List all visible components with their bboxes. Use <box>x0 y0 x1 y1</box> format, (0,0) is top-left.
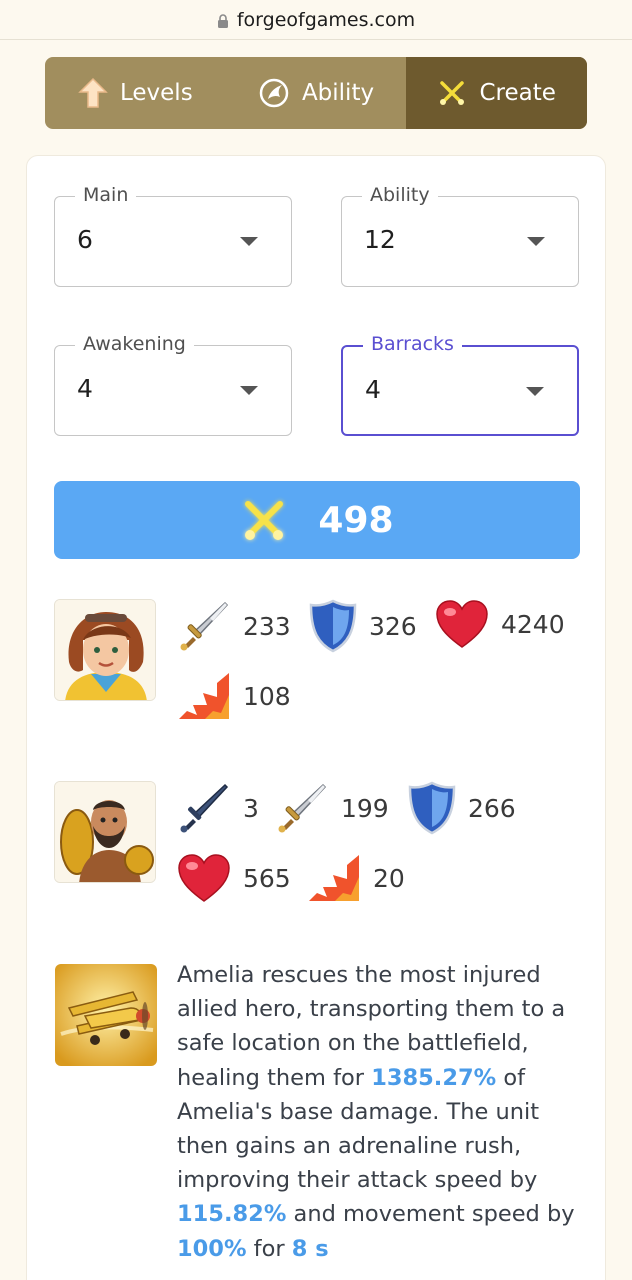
sword-icon <box>180 601 229 651</box>
shield-icon <box>309 599 357 653</box>
hero-defense-stat: 326 <box>309 599 417 653</box>
awakening-select[interactable]: Awakening 4 <box>54 333 292 436</box>
unit-portrait[interactable] <box>54 781 156 883</box>
chevron-down-icon <box>527 237 545 246</box>
attack-speed-percent: 115.82% <box>177 1201 287 1228</box>
address-bar[interactable]: forgeofgames.com <box>0 0 632 40</box>
ability-level-label: Ability <box>362 184 438 206</box>
hero-defense-value: 326 <box>369 611 417 641</box>
shield-icon <box>408 781 456 835</box>
unit-range-stat: 3 <box>177 781 259 835</box>
power-value: 498 <box>318 499 394 541</box>
power-bar: 498 <box>54 481 580 559</box>
tab-levels[interactable]: Levels <box>45 57 226 129</box>
hero-speed-stat: 108 <box>177 671 291 721</box>
hero-health-stat: 4240 <box>435 599 565 649</box>
crossed-swords-icon <box>440 81 465 105</box>
chevron-down-icon <box>240 237 258 246</box>
tab-create-label: Create <box>479 80 556 106</box>
awakening-label: Awakening <box>75 333 194 355</box>
heart-icon <box>436 600 488 648</box>
ability-icon <box>259 78 289 108</box>
crossed-swords-icon <box>245 501 284 540</box>
heal-percent: 1385.27% <box>371 1064 497 1091</box>
tab-ability[interactable]: Ability <box>226 57 407 129</box>
dark-sword-icon <box>180 783 229 833</box>
unit-warrior-image <box>55 782 155 882</box>
unit-health-value: 565 <box>243 863 291 893</box>
unit-speed-value: 20 <box>373 863 405 893</box>
main-level-label: Main <box>75 184 137 206</box>
chevron-down-icon <box>240 386 258 395</box>
ability-image[interactable] <box>55 964 157 1066</box>
url-text: forgeofgames.com <box>236 8 416 31</box>
hero-attack-value: 233 <box>243 611 291 641</box>
sword-icon <box>278 783 327 833</box>
ability-level-value: 12 <box>364 225 396 254</box>
ability-text-3: and movement speed by <box>286 1201 575 1228</box>
unit-health-stat: 565 <box>177 853 291 903</box>
ability-text-4: for <box>246 1235 292 1262</box>
hero-speed-value: 108 <box>243 681 291 711</box>
unit-attack-value: 199 <box>341 793 389 823</box>
heart-icon <box>178 854 230 902</box>
chevron-down-icon <box>526 387 544 396</box>
barracks-select[interactable]: Barracks 4 <box>341 333 579 436</box>
hero-health-value: 4240 <box>501 609 565 639</box>
hero-attack-stat: 233 <box>177 599 291 653</box>
unit-range-value: 3 <box>243 793 259 823</box>
lock-icon <box>217 13 228 28</box>
main-level-select[interactable]: Main 6 <box>54 184 292 287</box>
main-level-value: 6 <box>77 225 93 254</box>
awakening-value: 4 <box>77 374 93 403</box>
hero-portrait[interactable] <box>54 599 156 701</box>
biplane-icon <box>55 964 157 1066</box>
speed-burst-icon <box>179 673 229 719</box>
unit-defense-stat: 266 <box>408 781 516 835</box>
mode-tabs: Levels Ability Create <box>45 57 587 129</box>
movement-speed-percent: 100% <box>177 1235 247 1262</box>
arrow-up-icon <box>78 77 108 108</box>
ability-description: Amelia rescues the most injured allied h… <box>177 958 587 1266</box>
unit-defense-value: 266 <box>468 793 516 823</box>
barracks-label: Barracks <box>363 333 462 355</box>
unit-speed-stat: 20 <box>307 853 405 903</box>
hero-amelia-image <box>55 600 155 700</box>
unit-attack-stat: 199 <box>275 781 389 835</box>
ability-level-select[interactable]: Ability 12 <box>341 184 579 287</box>
duration-value: 8 s <box>291 1235 329 1262</box>
barracks-value: 4 <box>365 375 381 404</box>
tab-ability-label: Ability <box>301 80 375 106</box>
speed-burst-icon <box>309 855 359 901</box>
tab-levels-label: Levels <box>119 80 193 106</box>
create-card: Main 6 Ability 12 Awakening 4 Barracks 4 <box>26 155 606 1280</box>
tab-create[interactable]: Create <box>406 57 587 129</box>
